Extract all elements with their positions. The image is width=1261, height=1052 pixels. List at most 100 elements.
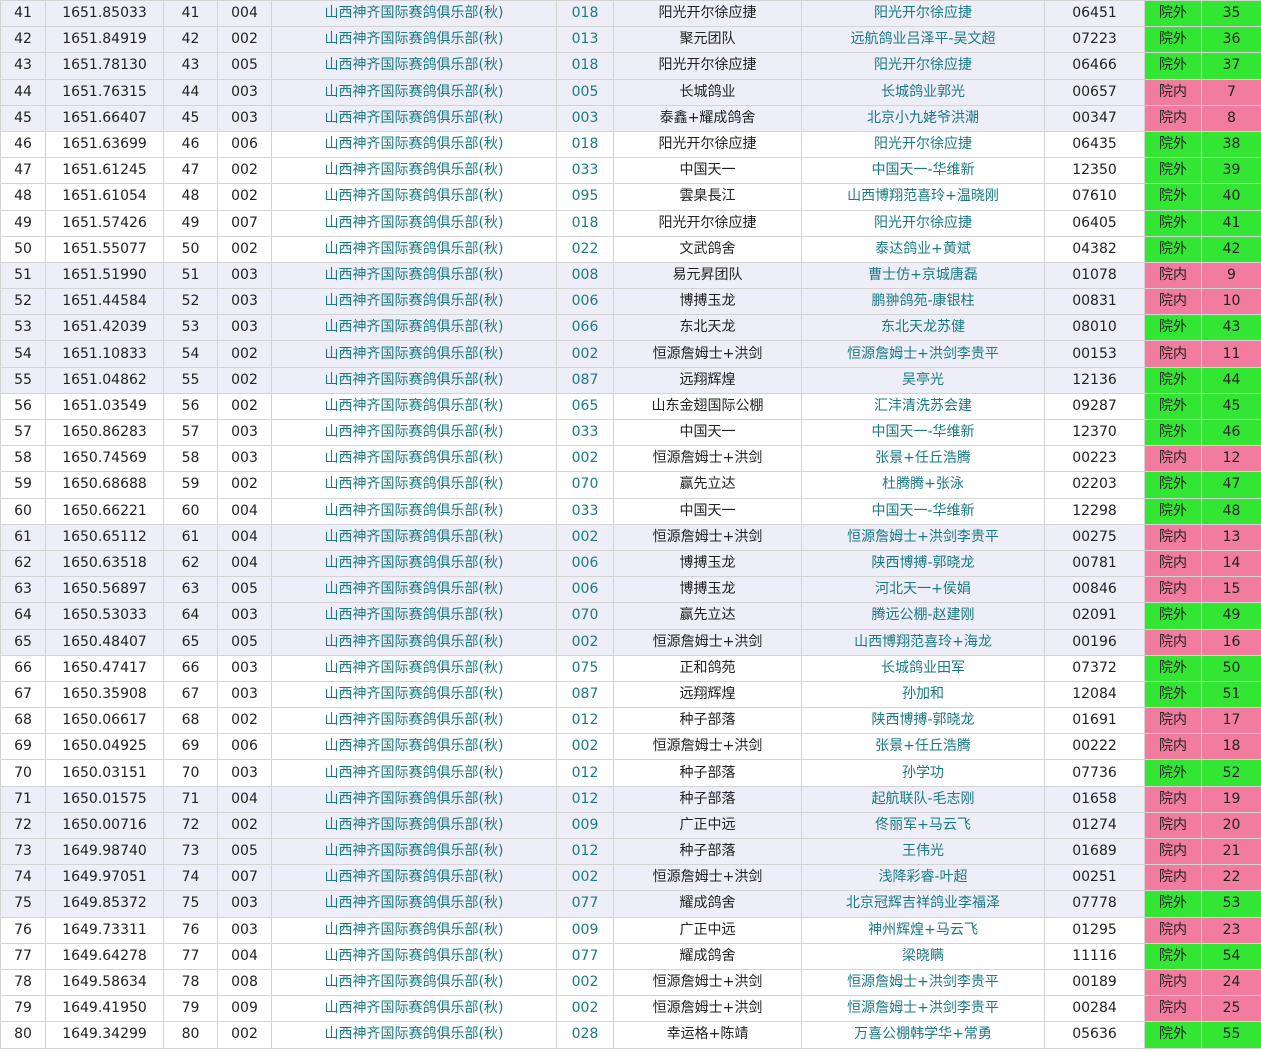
ring-cell: 01078 (1044, 261, 1145, 290)
group-rank-cell: 10 (1201, 288, 1261, 316)
club-cell: 山西神齐国际赛鸽俱乐部(秋) (271, 523, 557, 551)
group-rank-cell: 40 (1201, 183, 1261, 211)
club-cell: 山西神齐国际赛鸽俱乐部(秋) (271, 890, 557, 918)
ring-cell: 01691 (1044, 707, 1145, 735)
order-cell: 55 (163, 366, 218, 394)
table-row[interactable]: 47 1651.61245 47 002 山西神齐国际赛鸽俱乐部(秋) 033 中国天一 中国… (0, 157, 1261, 185)
speed-cell: 1649.64278 (45, 942, 164, 970)
club-no-cell: 003 (556, 104, 614, 132)
table-row[interactable]: 75 1649.85372 75 003 山西神齐国际赛鸽俱乐部(秋) 077 耀成鸽舍 北京… (0, 890, 1261, 918)
order-cell: 57 (163, 418, 218, 447)
status-cell: 院内 (1144, 864, 1202, 892)
table-row[interactable]: 42 1651.84919 42 002 山西神齐国际赛鸽俱乐部(秋) 013 聚元团队 远航… (0, 26, 1261, 54)
club-no-cell: 006 (556, 549, 614, 578)
count-cell: 004 (217, 497, 272, 525)
count-cell: 004 (217, 942, 272, 970)
table-row[interactable]: 52 1651.44584 52 003 山西神齐国际赛鸽俱乐部(秋) 006 博搏玉龙 鹏翀… (0, 288, 1261, 316)
table-row[interactable]: 59 1650.68688 59 002 山西神齐国际赛鸽俱乐部(秋) 070 赢先立达 杜腾… (0, 471, 1261, 499)
club-cell: 山西神齐国际赛鸽俱乐部(秋) (271, 916, 557, 944)
table-row[interactable]: 41 1651.85033 41 004 山西神齐国际赛鸽俱乐部(秋) 018 阳光开尔徐应… (0, 0, 1261, 28)
team-cell: 长城鸽业 (613, 78, 802, 106)
table-row[interactable]: 45 1651.66407 45 003 山西神齐国际赛鸽俱乐部(秋) 003 泰鑫+耀成鸽… (0, 104, 1261, 132)
club-no-cell: 012 (556, 837, 614, 866)
owner-cell: 曹士仿+京城唐磊 (801, 261, 1045, 290)
count-cell: 002 (217, 811, 272, 840)
speed-cell: 1649.41950 (45, 995, 164, 1023)
table-row[interactable]: 67 1650.35908 67 003 山西神齐国际赛鸽俱乐部(秋) 087 远翔辉煌 孙加… (0, 680, 1261, 709)
order-cell: 63 (163, 576, 218, 604)
table-row[interactable]: 60 1650.66221 60 004 山西神齐国际赛鸽俱乐部(秋) 033 中国天一 中国… (0, 497, 1261, 525)
team-cell: 种子部落 (613, 785, 802, 813)
table-row[interactable]: 46 1651.63699 46 006 山西神齐国际赛鸽俱乐部(秋) 018 阳光开尔徐应… (0, 130, 1261, 159)
table-row[interactable]: 65 1650.48407 65 005 山西神齐国际赛鸽俱乐部(秋) 002 恒源詹姆士+… (0, 628, 1261, 656)
team-cell: 文武鸽舍 (613, 235, 802, 263)
rank-cell: 50 (0, 235, 46, 263)
table-row[interactable]: 78 1649.58634 78 008 山西神齐国际赛鸽俱乐部(秋) 002 恒源詹姆士+… (0, 968, 1261, 997)
table-row[interactable]: 66 1650.47417 66 003 山西神齐国际赛鸽俱乐部(秋) 075 正和鸽苑 长城… (0, 654, 1261, 682)
table-row[interactable]: 79 1649.41950 79 009 山西神齐国际赛鸽俱乐部(秋) 002 恒源詹姆士+… (0, 995, 1261, 1023)
table-row[interactable]: 43 1651.78130 43 005 山西神齐国际赛鸽俱乐部(秋) 018 阳光开尔徐应… (0, 52, 1261, 80)
table-row[interactable]: 72 1650.00716 72 002 山西神齐国际赛鸽俱乐部(秋) 009 广正中远 佟丽… (0, 811, 1261, 840)
order-cell: 46 (163, 130, 218, 159)
table-row[interactable]: 63 1650.56897 63 005 山西神齐国际赛鸽俱乐部(秋) 006 博搏玉龙 河北… (0, 576, 1261, 604)
rank-cell: 65 (0, 628, 46, 656)
table-row[interactable]: 49 1651.57426 49 007 山西神齐国际赛鸽俱乐部(秋) 018 阳光开尔徐应… (0, 209, 1261, 237)
table-row[interactable]: 44 1651.76315 44 003 山西神齐国际赛鸽俱乐部(秋) 005 长城鸽业 长城… (0, 78, 1261, 106)
rank-cell: 79 (0, 995, 46, 1023)
owner-cell: 北京冠辉吉祥鸽业李福泽 (801, 890, 1045, 918)
rank-cell: 59 (0, 471, 46, 499)
speed-cell: 1651.03549 (45, 392, 164, 421)
team-cell: 远翔辉煌 (613, 680, 802, 709)
rank-cell: 58 (0, 445, 46, 473)
table-row[interactable]: 58 1650.74569 58 003 山西神齐国际赛鸽俱乐部(秋) 002 恒源詹姆士+… (0, 445, 1261, 473)
ring-cell: 02203 (1044, 471, 1145, 499)
table-row[interactable]: 50 1651.55077 50 002 山西神齐国际赛鸽俱乐部(秋) 022 文武鸽舍 泰达… (0, 235, 1261, 263)
table-row[interactable]: 76 1649.73311 76 003 山西神齐国际赛鸽俱乐部(秋) 009 广正中远 神州… (0, 916, 1261, 944)
table-row[interactable]: 77 1649.64278 77 004 山西神齐国际赛鸽俱乐部(秋) 077 耀成鸽舍 梁晓… (0, 942, 1261, 970)
club-no-cell: 077 (556, 890, 614, 918)
team-cell: 泰鑫+耀成鸽舍 (613, 104, 802, 132)
owner-cell: 鹏翀鸽苑-康银柱 (801, 288, 1045, 316)
table-row[interactable]: 51 1651.51990 51 003 山西神齐国际赛鸽俱乐部(秋) 008 易元昇团队曹… (0, 261, 1261, 290)
table-row[interactable]: 61 1650.65112 61 004 山西神齐国际赛鸽俱乐部(秋) 002 恒源詹姆士+… (0, 523, 1261, 551)
table-row[interactable]: 64 1650.53033 64 003 山西神齐国际赛鸽俱乐部(秋) 070 赢先立达 腾远… (0, 602, 1261, 630)
club-cell: 山西神齐国际赛鸽俱乐部(秋) (271, 183, 557, 211)
count-cell: 003 (217, 654, 272, 682)
table-row[interactable]: 53 1651.42039 53 003 山西神齐国际赛鸽俱乐部(秋) 066 东北天龙 东北… (0, 314, 1261, 342)
count-cell: 006 (217, 733, 272, 761)
team-cell: 恒源詹姆士+洪剑 (613, 523, 802, 551)
owner-cell: 阳光开尔徐应捷 (801, 0, 1045, 28)
status-cell: 院外 (1144, 418, 1202, 447)
ring-cell: 12136 (1044, 366, 1145, 394)
table-row[interactable]: 80 1649.34299 80 002 山西神齐国际赛鸽俱乐部(秋) 028 幸运格+陈靖… (0, 1021, 1261, 1049)
table-row[interactable]: 68 1650.06617 68 002 山西神齐国际赛鸽俱乐部(秋) 012 种子部落 陕西… (0, 707, 1261, 735)
rank-cell: 46 (0, 130, 46, 159)
club-cell: 山西神齐国际赛鸽俱乐部(秋) (271, 235, 557, 263)
ring-cell: 06435 (1044, 130, 1145, 159)
table-row[interactable]: 55 1651.04862 55 002 山西神齐国际赛鸽俱乐部(秋) 087 远翔辉煌 吴亭… (0, 366, 1261, 394)
status-cell: 院内 (1144, 707, 1202, 735)
speed-cell: 1650.68688 (45, 471, 164, 499)
status-cell: 院内 (1144, 785, 1202, 813)
table-row[interactable]: 62 1650.63518 62 004 山西神齐国际赛鸽俱乐部(秋) 006 博搏玉龙 陕西… (0, 549, 1261, 578)
table-row[interactable]: 57 1650.86283 57 003 山西神齐国际赛鸽俱乐部(秋) 033 中国天一 中国… (0, 418, 1261, 447)
order-cell: 43 (163, 52, 218, 80)
club-cell: 山西神齐国际赛鸽俱乐部(秋) (271, 314, 557, 342)
count-cell: 003 (217, 78, 272, 106)
status-cell: 院内 (1144, 78, 1202, 106)
table-row[interactable]: 74 1649.97051 74 007 山西神齐国际赛鸽俱乐部(秋) 002 恒源詹姆士+… (0, 864, 1261, 892)
team-cell: 种子部落 (613, 707, 802, 735)
rank-cell: 63 (0, 576, 46, 604)
table-row[interactable]: 69 1650.04925 69 006 山西神齐国际赛鸽俱乐部(秋) 002 恒源詹姆士+… (0, 733, 1261, 761)
table-row[interactable]: 70 1650.03151 70 003 山西神齐国际赛鸽俱乐部(秋) 012 种子部落 孙学… (0, 759, 1261, 787)
table-row[interactable]: 71 1650.01575 71 004 山西神齐国际赛鸽俱乐部(秋) 012 种子部落 起航… (0, 785, 1261, 813)
ring-cell: 06451 (1044, 0, 1145, 28)
table-row[interactable]: 73 1649.98740 73 005 山西神齐国际赛鸽俱乐部(秋) 012 种子部落 王伟… (0, 837, 1261, 866)
ring-cell: 00275 (1044, 523, 1145, 551)
club-no-cell: 070 (556, 471, 614, 499)
table-row[interactable]: 54 1651.10833 54 002 山西神齐国际赛鸽俱乐部(秋) 002 恒源詹姆士+… (0, 340, 1261, 368)
owner-cell: 吴亭光 (801, 366, 1045, 394)
table-row[interactable]: 56 1651.03549 56 002 山西神齐国际赛鸽俱乐部(秋) 065 山东金翅国际… (0, 392, 1261, 421)
club-cell: 山西神齐国际赛鸽俱乐部(秋) (271, 968, 557, 997)
table-row[interactable]: 48 1651.61054 48 002 山西神齐国际赛鸽俱乐部(秋) 095 雲臬長江 山西… (0, 183, 1261, 211)
